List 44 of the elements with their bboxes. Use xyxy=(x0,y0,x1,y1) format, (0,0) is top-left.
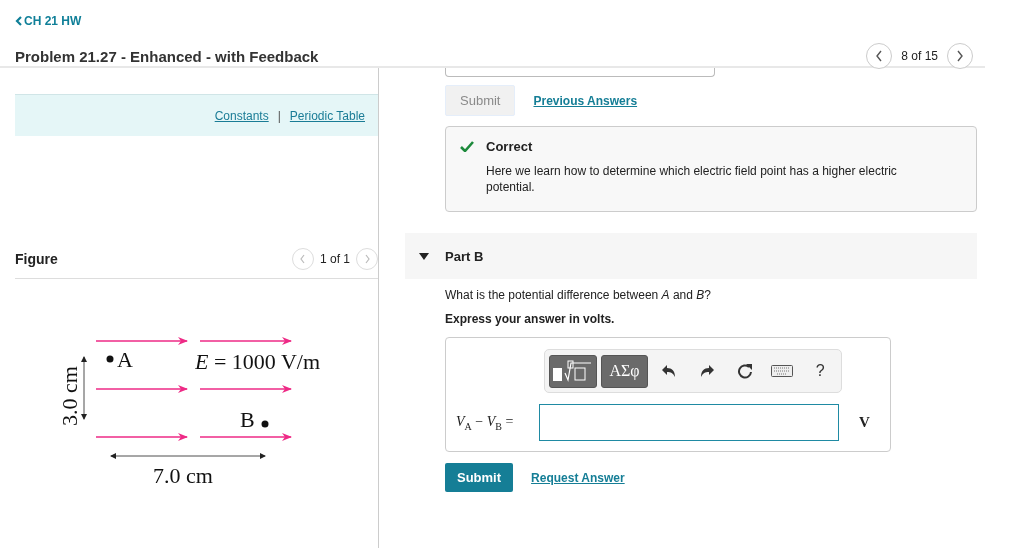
redo-icon xyxy=(699,365,714,377)
unit-label: V xyxy=(859,414,870,431)
part-title: Part B xyxy=(445,248,484,264)
previous-answers-link[interactable]: Previous Answers xyxy=(533,93,638,108)
point-b-dot xyxy=(261,420,269,428)
answer-field[interactable] xyxy=(539,404,839,441)
chevron-right-icon xyxy=(956,50,964,62)
reset-icon xyxy=(736,363,753,379)
periodic-table-link[interactable]: Periodic Table xyxy=(289,108,365,123)
instruction-text: Express your answer in volts. xyxy=(445,312,616,326)
request-answer-link[interactable]: Request Answer xyxy=(531,470,625,485)
chevron-left-icon xyxy=(875,50,884,62)
height-dimension-arrow xyxy=(81,356,87,420)
point-a-label: A xyxy=(117,347,133,372)
feedback-text: Here we learn how to determine which electric field point has a higher electric potential. xyxy=(486,163,898,195)
chevron-right-icon xyxy=(363,254,371,264)
figure-counter: 1 of 1 xyxy=(319,252,350,266)
figure-title: Figure xyxy=(15,251,58,267)
point-a-dot xyxy=(106,355,114,363)
undo-icon xyxy=(662,365,677,377)
link-separator: | xyxy=(277,108,281,123)
next-button[interactable] xyxy=(947,43,973,69)
symbols-button[interactable]: ΑΣφ xyxy=(600,354,649,388)
part-header[interactable]: Part B xyxy=(405,233,977,279)
width-label: 7.0 cm xyxy=(153,463,213,488)
back-link[interactable]: CH 21 HW xyxy=(15,14,82,28)
submit-button[interactable]: Submit xyxy=(445,463,514,492)
height-label: 3.0 cm xyxy=(57,366,82,426)
chevron-left-icon xyxy=(299,254,307,264)
caret-icon xyxy=(419,252,429,260)
keyboard-icon xyxy=(771,365,794,377)
answer-label: V$_{A}$ − V$_{B}$ = xyxy=(456,413,515,432)
field-strength-label: E = 1000 V/m xyxy=(195,349,322,375)
feedback-status: Correct xyxy=(486,139,533,154)
problem-title: Problem 21.27 - Enhanced - with Feedback xyxy=(15,47,319,65)
help-button[interactable]: ? xyxy=(803,356,837,386)
page-counter: 8 of 15 xyxy=(901,49,938,63)
constants-link[interactable]: Constants xyxy=(214,108,269,123)
point-b-label: B xyxy=(240,407,255,432)
chevron-left-icon xyxy=(15,16,22,26)
templates-button[interactable] xyxy=(549,354,597,388)
checkmark-icon xyxy=(460,141,474,152)
question-text: What is the potential difference between A and B? xyxy=(445,288,712,302)
previous-button[interactable] xyxy=(866,43,893,69)
